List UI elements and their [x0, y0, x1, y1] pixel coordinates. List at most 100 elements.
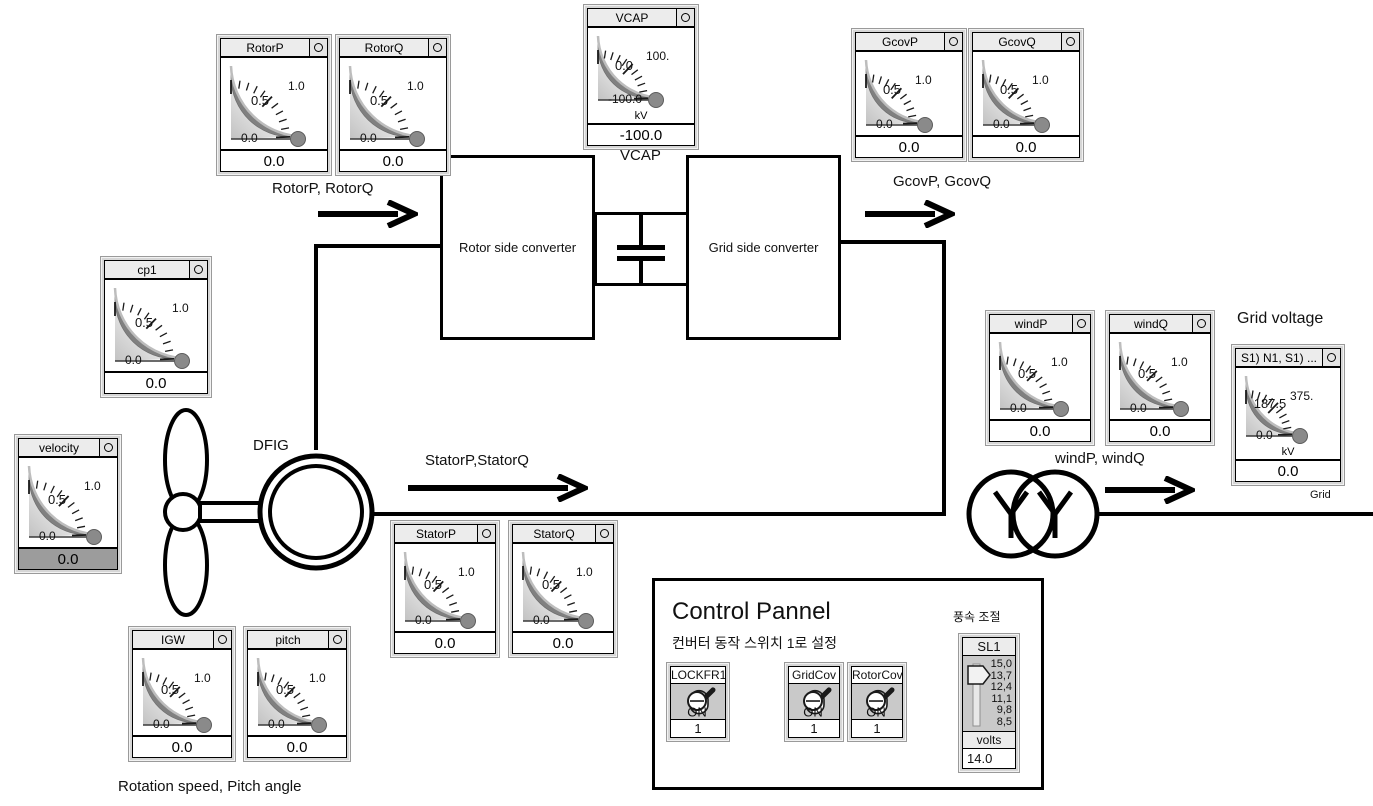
svg-text:0.0: 0.0 — [1010, 401, 1027, 415]
meter-value-field[interactable]: 0.0 — [1236, 459, 1340, 481]
meter-menu-button[interactable] — [213, 631, 231, 648]
toggle-gridcov[interactable]: GridCov ON 1 — [784, 662, 844, 742]
meter-menu-button[interactable] — [1061, 33, 1079, 50]
circle-icon — [218, 635, 227, 644]
meter-menu-button[interactable] — [99, 439, 117, 456]
circle-icon — [482, 529, 491, 538]
slider-value-field[interactable]: 14.0 — [963, 749, 1015, 768]
meter-title-label: VCAP — [615, 10, 649, 25]
meter-gauge-face: 1.0 0.5 0.0 — [856, 52, 962, 135]
meter-menu-button[interactable] — [1072, 315, 1090, 332]
meter-title-label: GcovQ — [998, 34, 1036, 49]
meter-menu-button[interactable] — [944, 33, 962, 50]
svg-text:0.0: 0.0 — [241, 131, 258, 145]
meter-vcap[interactable]: VCAP 100. 0.0 -100.0 kV -100.0 — [583, 4, 699, 150]
meter-menu-button[interactable] — [1322, 349, 1340, 366]
grid-side-converter[interactable]: Grid side converter — [686, 155, 841, 340]
meter-gauge-face: 1.0 0.5 0.0 — [395, 544, 495, 631]
meter-titlebar: StatorP — [395, 525, 495, 544]
meter-value-field[interactable]: 0.0 — [248, 735, 346, 757]
slider-group-label: 풍속 조절 — [953, 610, 1001, 624]
meter-value-field[interactable]: 0.0 — [973, 135, 1079, 157]
slider-label: SL1 — [963, 638, 1015, 656]
meter-menu-button[interactable] — [328, 631, 346, 648]
gcov-flow-label: GcovP, GcovQ — [893, 173, 992, 190]
svg-text:0.0: 0.0 — [268, 717, 285, 731]
toggle-value[interactable]: 1 — [789, 720, 839, 737]
meter-value-field[interactable]: 0.0 — [133, 735, 231, 757]
meter-gauge-face: 1.0 0.5 0.0 — [973, 52, 1079, 135]
svg-text:0.5: 0.5 — [542, 577, 560, 592]
arrow-grid-power — [1105, 476, 1195, 504]
meter-menu-button[interactable] — [595, 525, 613, 542]
meter-value-field[interactable]: 0.0 — [19, 547, 117, 569]
meter-title-label: S1) N1, S1) ... — [1240, 350, 1318, 365]
toggle-value[interactable]: 1 — [852, 720, 902, 737]
meter-windp[interactable]: windP 1.0 0.5 0.0 0.0 — [985, 310, 1095, 446]
meter-value-field[interactable]: 0.0 — [221, 149, 327, 171]
meter-menu-button[interactable] — [477, 525, 495, 542]
svg-text:0.0: 0.0 — [360, 131, 377, 145]
svg-text:ON: ON — [687, 705, 707, 720]
toggle-lockfr1[interactable]: LOCKFR1 ON 1 — [666, 662, 730, 742]
meter-value-field[interactable]: 0.0 — [513, 631, 613, 653]
meter-gauge-face: 375. 187.5 0.0 — [1236, 368, 1340, 446]
meter-gauge-face: 1.0 0.5 0.0 — [990, 334, 1090, 419]
toggle-lever[interactable]: ON — [671, 684, 725, 720]
meter-value-field[interactable]: 0.0 — [990, 419, 1090, 441]
meter-gcovq[interactable]: GcovQ 1.0 0.5 0.0 0.0 — [968, 28, 1084, 162]
circle-icon — [104, 443, 113, 452]
toggle-lever[interactable]: ON — [852, 684, 902, 720]
circle-icon — [600, 529, 609, 538]
toggle-value[interactable]: 1 — [671, 720, 725, 737]
circle-icon — [194, 265, 203, 274]
meter-title-label: GcovP — [881, 34, 918, 49]
svg-text:0.5: 0.5 — [135, 315, 153, 330]
meter-menu-button[interactable] — [1192, 315, 1210, 332]
svg-text:0.0: 0.0 — [153, 717, 170, 731]
meter-value-field[interactable]: 0.0 — [1110, 419, 1210, 441]
meter-title-label: pitch — [275, 632, 301, 647]
circle-icon — [1327, 353, 1336, 362]
meter-title-label: RotorP — [246, 40, 284, 55]
meter-menu-button[interactable] — [428, 39, 446, 56]
toggle-rotorcov[interactable]: RotorCov ON 1 — [847, 662, 907, 742]
meter-menu-button[interactable] — [189, 261, 207, 278]
meter-menu-button[interactable] — [676, 9, 694, 26]
meter-titlebar: windQ — [1110, 315, 1210, 334]
meter-gcovp[interactable]: GcovP 1.0 0.5 0.0 0.0 — [851, 28, 967, 162]
meter-windq[interactable]: windQ 1.0 0.5 0.0 0.0 — [1105, 310, 1215, 446]
meter-gauge-face: 1.0 0.5 0.0 — [19, 458, 117, 547]
wind-flow-label: windP, windQ — [1055, 450, 1145, 467]
meter-statorq[interactable]: StatorQ 1.0 0.5 0.0 0.0 — [508, 520, 618, 658]
toggle-lever[interactable]: ON — [789, 684, 839, 720]
meter-title-label: velocity — [38, 440, 79, 455]
meter-rotorp[interactable]: RotorP 1.0 0.5 0.0 0.0 — [216, 34, 332, 176]
meter-rotorq[interactable]: RotorQ 1.0 0.5 0.0 0.0 — [335, 34, 451, 176]
svg-text:0.5: 0.5 — [370, 93, 388, 108]
rotor-side-converter[interactable]: Rotor side converter — [440, 155, 595, 340]
arrow-stator-power — [408, 474, 588, 502]
meter-titlebar: GcovQ — [973, 33, 1079, 52]
slider-track[interactable]: 15,0 13,7 12,4 11,1 9,8 8,5 — [963, 656, 1015, 731]
control-panel-title: Control Pannel — [672, 598, 831, 625]
meter-velocity[interactable]: velocity 1.0 0.5 0.0 0.0 — [14, 434, 122, 574]
meter-value-field[interactable]: -100.0 — [588, 123, 694, 145]
meter-grid-voltage[interactable]: S1) N1, S1) ... 375. 187.5 0.0 kV 0.0 — [1231, 344, 1345, 486]
meter-igw[interactable]: IGW 1.0 0.5 0.0 0.0 — [128, 626, 236, 762]
meter-title-label: RotorQ — [364, 40, 404, 55]
meter-value-field[interactable]: 0.0 — [856, 135, 962, 157]
slider-sl1[interactable]: SL1 15,0 13,7 12,4 11,1 9,8 8,5 volts 14.0 — [958, 633, 1020, 773]
meter-value-field[interactable]: 0.0 — [395, 631, 495, 653]
meter-statorp[interactable]: StatorP 1.0 0.5 0.0 0.0 — [390, 520, 500, 658]
svg-text:0.0: 0.0 — [1256, 428, 1273, 442]
meter-value-field[interactable]: 0.0 — [105, 371, 207, 393]
meter-menu-button[interactable] — [309, 39, 327, 56]
slider-tick: 9,8 — [996, 704, 1012, 716]
circle-icon — [314, 43, 323, 52]
meter-value-field[interactable]: 0.0 — [340, 149, 446, 171]
slider-tick: 8,5 — [996, 715, 1012, 728]
meter-cp1[interactable]: cp1 1.0 0.5 0.0 0.0 — [100, 256, 212, 398]
meter-pitch[interactable]: pitch 1.0 0.5 0.0 0.0 — [243, 626, 351, 762]
rotor-flow-label: RotorP, RotorQ — [272, 180, 374, 197]
